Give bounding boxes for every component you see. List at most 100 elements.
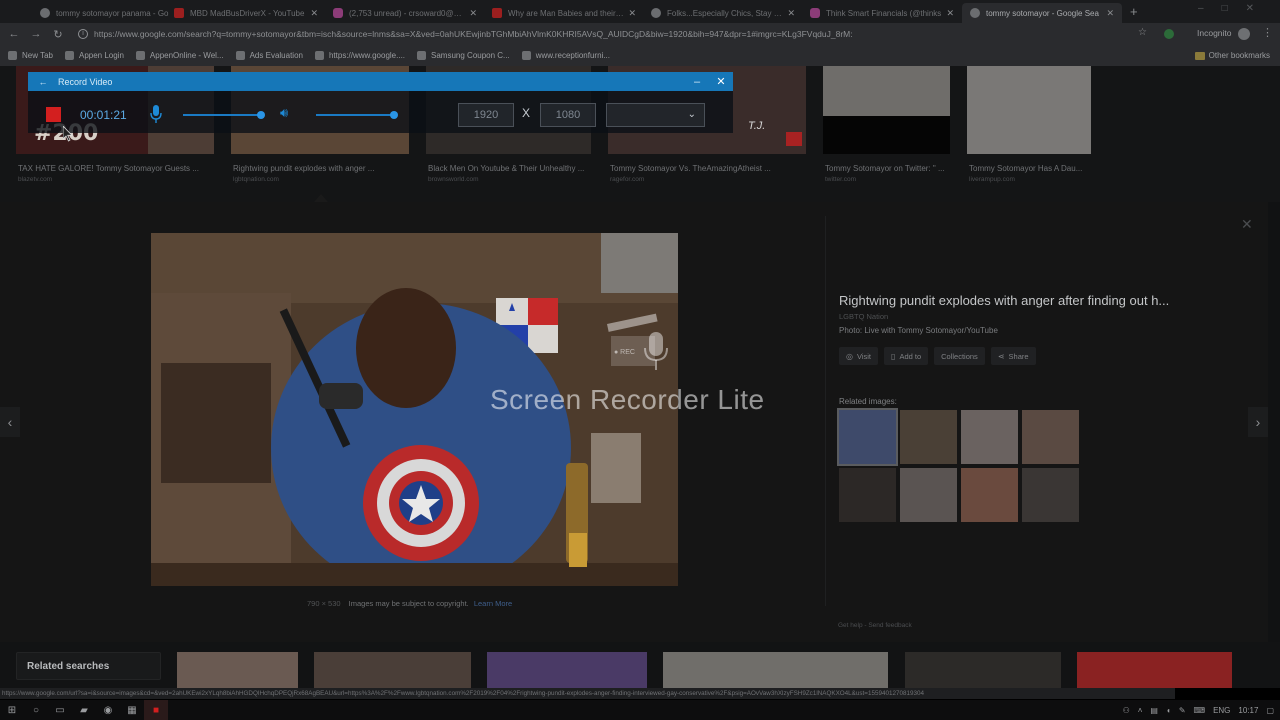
clock[interactable]: 10:17 <box>1238 706 1258 715</box>
learn-more-link[interactable]: Learn More <box>474 599 512 608</box>
extension-icon[interactable] <box>1164 29 1174 39</box>
task-view-icon[interactable]: ▭ <box>48 700 72 720</box>
related-search-thumbnail[interactable] <box>1077 652 1232 688</box>
window-controls[interactable]: –□✕ <box>1198 3 1272 14</box>
close-icon[interactable]: ✕ <box>709 75 733 88</box>
resolution-dropdown[interactable]: ⌄ <box>606 103 705 127</box>
tab-title: tommy sotomayor - Google Sea <box>986 8 1099 18</box>
visit-button[interactable]: ◎ Visit <box>839 347 879 365</box>
windows-start-icon[interactable]: ⊞ <box>0 700 24 720</box>
bookmark-star-icon[interactable]: ☆ <box>1138 27 1147 38</box>
related-search-thumbnail[interactable] <box>663 652 888 688</box>
bookmark-item[interactable]: AppenOnline - Wel... <box>135 51 224 60</box>
close-icon[interactable]: ✕ <box>469 8 477 19</box>
volume-icon[interactable]: ◖ <box>1166 706 1171 715</box>
height-input[interactable]: 1080 <box>540 103 596 127</box>
notifications-icon[interactable]: ▢ <box>1266 706 1274 715</box>
bookmark-item[interactable]: Appen Login <box>64 51 124 60</box>
tab-6-active[interactable]: tommy sotomayor - Google Sea ✕ <box>962 3 1122 23</box>
result-caption[interactable]: Black Men On Youtube & Their Unhealthy .… <box>428 164 591 173</box>
related-search-thumbnail[interactable] <box>905 652 1061 688</box>
related-image[interactable] <box>1022 410 1079 464</box>
system-volume-slider[interactable] <box>316 111 398 119</box>
close-icon[interactable]: ✕ <box>310 8 318 19</box>
close-viewer-icon[interactable]: ✕ <box>1241 216 1253 233</box>
tab-2[interactable]: (2,753 unread) - crsoward0@yah ✕ <box>325 3 485 23</box>
chevron-up-icon[interactable]: ˄ <box>1138 706 1143 715</box>
screen-recorder-icon[interactable]: ■ <box>144 700 168 720</box>
width-input[interactable]: 1920 <box>458 103 514 127</box>
app-icon[interactable]: ▦ <box>120 700 144 720</box>
new-tab-icon[interactable]: + <box>1130 4 1138 19</box>
tab-5[interactable]: Think Smart Financials (@thinks ✕ <box>802 3 962 23</box>
related-image[interactable] <box>961 468 1018 522</box>
minimize-icon[interactable]: – <box>685 76 709 88</box>
other-bookmarks[interactable]: Other bookmarks <box>1194 51 1270 60</box>
result-caption[interactable]: TAX HATE GALORE! Tommy Sotomayor Guests … <box>18 164 214 173</box>
result-source: blazetv.com <box>18 176 53 183</box>
result-caption[interactable]: Rightwing pundit explodes with anger ... <box>233 164 409 173</box>
result-thumbnail[interactable] <box>823 66 950 154</box>
help-feedback-links[interactable]: Get help - Send feedback <box>838 622 912 629</box>
close-icon[interactable]: ✕ <box>1106 8 1114 19</box>
slider-knob[interactable] <box>390 111 398 119</box>
language-indicator[interactable]: ENG <box>1213 706 1230 715</box>
result-thumbnail[interactable] <box>967 66 1091 154</box>
network-icon[interactable]: ▤ <box>1150 706 1158 715</box>
related-image[interactable] <box>1022 468 1079 522</box>
info-icon[interactable]: i <box>78 29 88 39</box>
result-source: ragefor.com <box>610 176 645 183</box>
related-image[interactable] <box>839 468 896 522</box>
file-explorer-icon[interactable]: ▰ <box>72 700 96 720</box>
microphone-icon[interactable] <box>150 105 162 123</box>
bookmark-item[interactable]: https://www.google.... <box>314 51 405 60</box>
related-search-thumbnail[interactable] <box>177 652 298 688</box>
image-title-link[interactable]: Rightwing pundit explodes with anger aft… <box>839 293 1239 308</box>
other-bookmarks-label: Other bookmarks <box>1208 51 1270 60</box>
related-search-thumbnail[interactable] <box>487 652 647 688</box>
tab-1[interactable]: MBD MadBusDriverX - YouTube ✕ <box>166 3 326 23</box>
add-to-button[interactable]: ▯ Add to <box>884 347 929 365</box>
stop-recording-button[interactable] <box>46 107 61 122</box>
result-caption[interactable]: Tommy Sotomayor Vs. TheAmazingAtheist ..… <box>610 164 806 173</box>
slider-knob[interactable] <box>257 111 265 119</box>
link-status-bar: https://www.google.com/url?sa=i&source=i… <box>0 688 1175 699</box>
collections-button[interactable]: Collections <box>934 347 985 365</box>
back-arrow-icon[interactable]: ← <box>28 77 58 87</box>
related-image[interactable] <box>900 410 957 464</box>
result-caption[interactable]: Tommy Sotomayor Has A Dau... <box>969 164 1091 173</box>
related-search-thumbnail[interactable] <box>314 652 471 688</box>
chrome-icon[interactable]: ◉ <box>96 700 120 720</box>
forward-icon[interactable]: → <box>25 28 47 40</box>
related-image[interactable] <box>837 408 898 466</box>
bookmark-item[interactable]: Ads Evaluation <box>235 51 303 60</box>
microphone-volume-slider[interactable] <box>183 111 265 119</box>
menu-icon[interactable]: ⋮ <box>1262 26 1273 39</box>
bookmark-item[interactable]: New Tab <box>8 51 53 60</box>
reload-icon[interactable]: ↻ <box>47 28 69 41</box>
related-image[interactable] <box>961 410 1018 464</box>
related-image[interactable] <box>900 468 957 522</box>
speaker-icon[interactable]: 🔊︎ <box>280 105 288 121</box>
people-icon[interactable]: ⚇ <box>1123 706 1130 715</box>
back-icon[interactable]: ← <box>3 28 25 40</box>
close-icon[interactable]: ✕ <box>628 8 636 19</box>
keyboard-icon[interactable]: ⌨ <box>1194 706 1206 715</box>
result-caption[interactable]: Tommy Sotomayor on Twitter: " ... <box>825 164 950 173</box>
share-button[interactable]: ⋖ Share <box>990 347 1036 365</box>
previous-image-arrow[interactable]: ‹ <box>0 407 20 437</box>
incognito-icon[interactable] <box>1238 28 1250 40</box>
close-icon[interactable]: ✕ <box>946 8 954 19</box>
next-image-arrow[interactable]: › <box>1248 407 1268 437</box>
bookmark-item[interactable]: Samsung Coupon C... <box>417 51 510 60</box>
image-source[interactable]: LGBTQ Nation <box>839 312 888 321</box>
result-source: twitter.com <box>825 176 857 183</box>
bookmark-item[interactable]: www.receptionfurni... <box>521 51 610 60</box>
address-bar[interactable]: i https://www.google.com/search?q=tommy+… <box>78 26 1178 42</box>
pen-icon[interactable]: ✎ <box>1179 706 1186 715</box>
search-icon[interactable]: ○ <box>24 700 48 720</box>
close-icon[interactable]: ✕ <box>787 8 795 19</box>
tab-title: Think Smart Financials (@thinks <box>826 8 942 18</box>
tab-3[interactable]: Why are Man Babies and their M ✕ <box>484 3 644 23</box>
tab-4[interactable]: Folks...Especially Chics, Stay In Yo ✕ <box>643 3 803 23</box>
